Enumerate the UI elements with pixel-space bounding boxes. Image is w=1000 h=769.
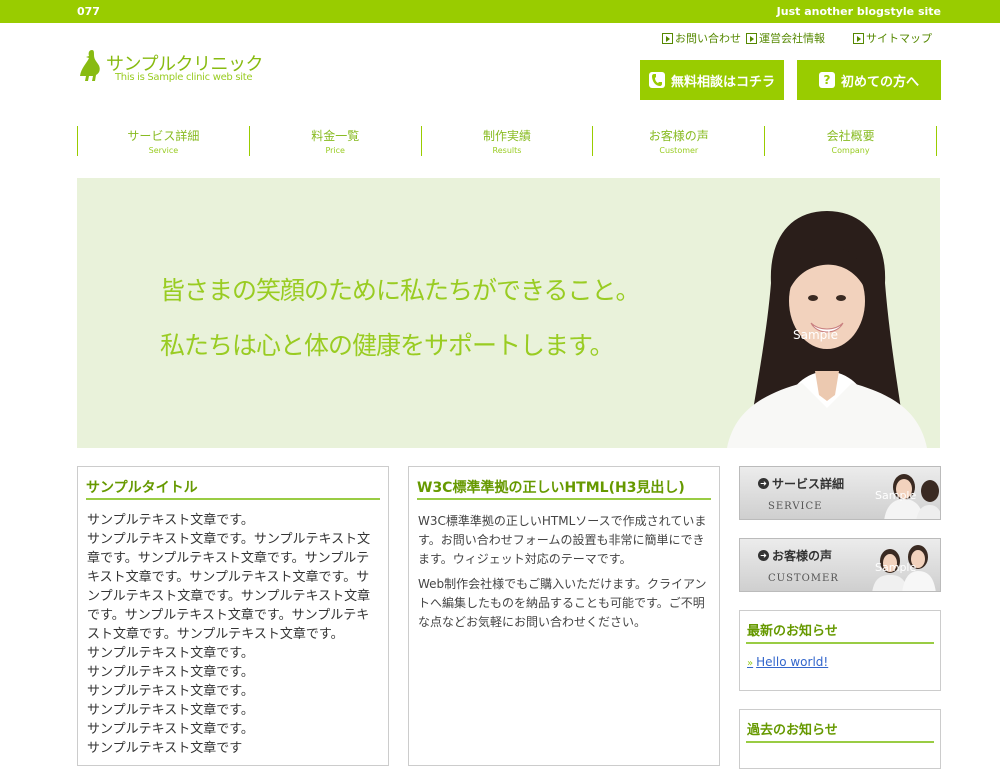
util-link-label: 運営会社情報 bbox=[759, 32, 825, 45]
hero-headline-1: 皆さまの笑顔のために私たちができること。 bbox=[160, 276, 641, 305]
util-link-label: お問い合わせ bbox=[675, 32, 741, 45]
nav-item-label: サービス詳細 bbox=[127, 129, 200, 143]
customer-banner[interactable]: ➜ お客様の声 CUSTOMER Sample bbox=[739, 538, 941, 592]
sample-watermark: Sample bbox=[793, 328, 838, 342]
play-square-icon bbox=[662, 32, 673, 44]
nav-item-sublabel: Service bbox=[148, 146, 179, 155]
nav-item-price[interactable]: 料金一覧 Price bbox=[250, 126, 422, 156]
banner-subtitle: CUSTOMER bbox=[768, 573, 839, 584]
banner-title-label: サービス詳細 bbox=[772, 477, 845, 491]
news-link-label: Hello world! bbox=[756, 655, 829, 669]
nav-item-sublabel: Company bbox=[831, 146, 870, 155]
util-link-label: サイトマップ bbox=[866, 32, 932, 45]
w3c-content-box: W3C標準準拠の正しいHTML(H3見出し) W3C標準準拠の正しいHTMLソー… bbox=[408, 466, 720, 766]
free-consult-label: 無料相談はコチラ bbox=[670, 74, 775, 90]
nav-item-sublabel: Price bbox=[325, 146, 345, 155]
text-line: サンプルテキスト文章です。 bbox=[87, 722, 254, 737]
content-title: サンプルタイトル bbox=[86, 480, 198, 496]
text-line: サンプルテキスト文章です。 bbox=[87, 513, 254, 528]
banner-subtitle: SERVICE bbox=[768, 501, 823, 512]
banner-title: ➜ サービス詳細 bbox=[758, 475, 844, 492]
hero-banner: 皆さまの笑顔のために私たちができること。 私たちは心と体の健康をサポートします。… bbox=[77, 178, 940, 448]
nav-item-label: 料金一覧 bbox=[311, 129, 360, 143]
hero-headline-2: 私たちは心と体の健康をサポートします。 bbox=[160, 331, 615, 360]
global-nav: サービス詳細 Service 料金一覧 Price 制作実績 Results お… bbox=[77, 126, 937, 156]
banner-title: ➜ お客様の声 bbox=[758, 547, 832, 564]
nav-item-sublabel: Results bbox=[492, 146, 522, 155]
content-text: サンプルテキスト文章です。 サンプルテキスト文章です。サンプルテキスト文 章です… bbox=[87, 511, 379, 758]
text-line: サンプルテキスト文章です。 bbox=[87, 665, 254, 680]
service-banner[interactable]: ➜ サービス詳細 SERVICE Sample bbox=[739, 466, 941, 520]
site-tagline: Just another blogstyle site bbox=[776, 5, 941, 18]
double-arrow-icon: » bbox=[747, 658, 754, 669]
question-icon: ? bbox=[818, 72, 835, 88]
nav-item-results[interactable]: 制作実績 Results bbox=[422, 126, 594, 156]
content-paragraph-1: W3C標準準拠の正しいHTMLソースで作成されています。お問い合わせフォームの設… bbox=[418, 514, 707, 566]
first-time-button[interactable]: ? 初めての方へ bbox=[797, 60, 941, 100]
site-subtitle: This is Sample clinic web site bbox=[115, 72, 253, 83]
text-line: サンプルテキスト文章です。 bbox=[87, 703, 254, 718]
title-underline bbox=[86, 498, 380, 500]
site-logo[interactable]: サンプルクリニック This is Sample clinic web site bbox=[78, 48, 278, 88]
util-link-contact[interactable]: お問い合わせ bbox=[662, 30, 741, 46]
nav-item-sublabel: Customer bbox=[659, 146, 699, 155]
sample-watermark: Sample bbox=[875, 489, 917, 502]
arrow-circle-icon: ➜ bbox=[758, 550, 769, 561]
first-time-label: 初めての方へ bbox=[840, 74, 919, 90]
widget-title: 過去のお知らせ bbox=[747, 723, 838, 738]
text-line: スト文章です。サンプルテキスト文章です。 bbox=[87, 627, 344, 642]
content-title: W3C標準準拠の正しいHTML(H3見出し) bbox=[417, 480, 685, 496]
site-number: 077 bbox=[77, 5, 100, 18]
banner-title-label: お客様の声 bbox=[772, 549, 833, 563]
sample-content-box: サンプルタイトル サンプルテキスト文章です。 サンプルテキスト文章です。サンプル… bbox=[77, 466, 389, 766]
phone-icon bbox=[648, 72, 665, 88]
arrow-circle-icon: ➜ bbox=[758, 478, 769, 489]
nav-item-service[interactable]: サービス詳細 Service bbox=[78, 126, 250, 156]
text-line: サンプルテキスト文章です bbox=[87, 741, 243, 756]
text-line: サンプルテキスト文章です。 bbox=[87, 646, 254, 661]
text-line: ンプルテキスト文章です。サンプルテキスト文章 bbox=[87, 589, 371, 604]
hero-woman-photo bbox=[727, 211, 927, 448]
nav-item-customer[interactable]: お客様の声 Customer bbox=[593, 126, 766, 156]
bird-logo-icon bbox=[80, 50, 100, 81]
top-bar: 077 Just another blogstyle site bbox=[0, 0, 1000, 23]
play-square-icon bbox=[746, 32, 757, 44]
title-underline bbox=[417, 498, 711, 500]
past-news-widget: 過去のお知らせ bbox=[739, 709, 941, 769]
title-underline bbox=[746, 741, 934, 743]
news-link-hello-world[interactable]: » Hello world! bbox=[747, 655, 828, 669]
text-line: です。サンプルテキスト文章です。サンプルテキ bbox=[87, 608, 370, 623]
sample-watermark: Sample bbox=[875, 561, 917, 574]
content-paragraph-2: Web制作会社様でもご購入いただけます。クライアントへ編集したものを納品すること… bbox=[418, 577, 707, 629]
nav-item-label: 会社概要 bbox=[826, 129, 875, 143]
text-line: キスト文章です。サンプルテキスト文章です。サ bbox=[87, 570, 370, 585]
text-line: 章です。サンプルテキスト文章です。サンプルテ bbox=[87, 551, 370, 566]
text-line: サンプルテキスト文章です。サンプルテキスト文 bbox=[87, 532, 371, 547]
nav-item-company[interactable]: 会社概要 Company bbox=[765, 126, 937, 156]
nav-item-label: お客様の声 bbox=[648, 129, 709, 143]
util-link-company[interactable]: 運営会社情報 bbox=[746, 30, 825, 46]
widget-title: 最新のお知らせ bbox=[747, 624, 838, 639]
latest-news-widget: 最新のお知らせ » Hello world! bbox=[739, 610, 941, 691]
free-consult-button[interactable]: 無料相談はコチラ bbox=[640, 60, 784, 100]
play-square-icon bbox=[853, 32, 864, 44]
nav-item-label: 制作実績 bbox=[482, 129, 531, 143]
util-link-sitemap[interactable]: サイトマップ bbox=[853, 30, 932, 46]
title-underline bbox=[746, 642, 934, 644]
text-line: サンプルテキスト文章です。 bbox=[87, 684, 254, 699]
